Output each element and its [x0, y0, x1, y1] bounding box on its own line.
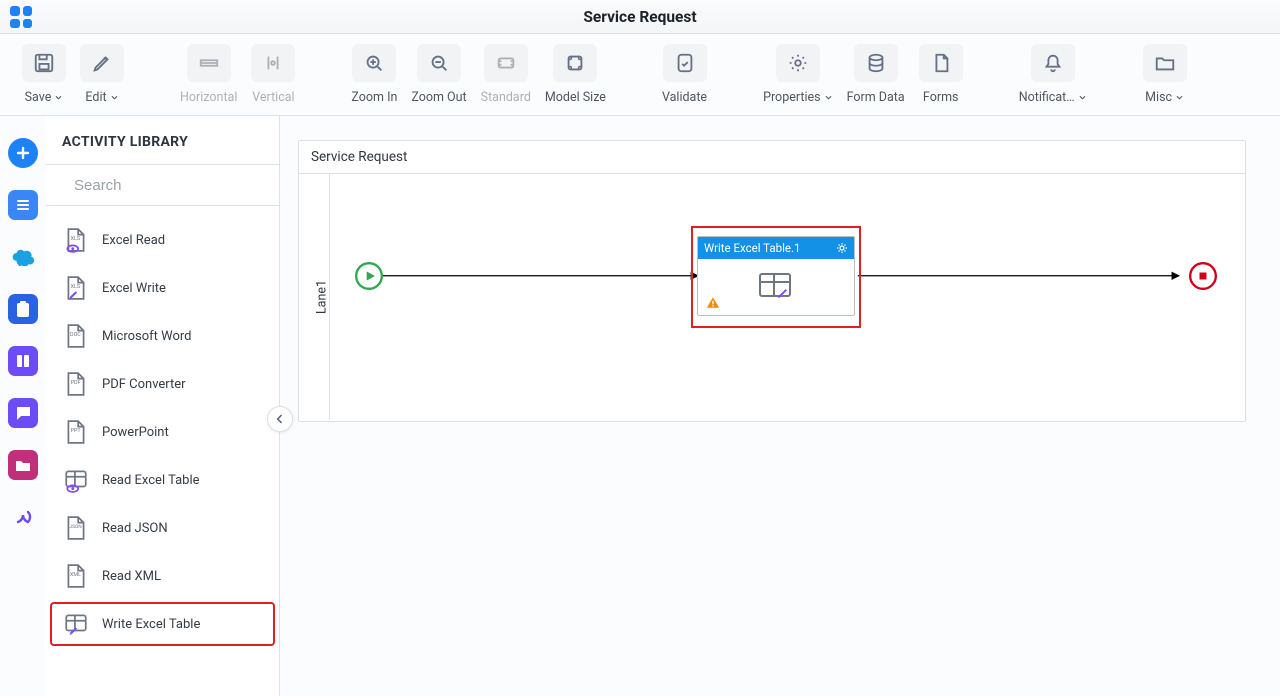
activity-label: Read XML: [102, 569, 161, 584]
activity-write-excel-table[interactable]: Write Excel Table: [50, 602, 275, 646]
svg-text:XLS: XLS: [71, 236, 81, 242]
left-rail: [0, 116, 46, 696]
activity-label: Read JSON: [102, 521, 168, 536]
save-button[interactable]: Save: [22, 44, 66, 105]
file-ppt-icon: PPT: [62, 418, 90, 446]
activity-node-write-excel-table[interactable]: Write Excel Table.1: [697, 236, 855, 316]
zoom-out-button[interactable]: Zoom Out: [411, 44, 466, 105]
activity-label: Write Excel Table: [102, 617, 200, 632]
activity-read-excel-table[interactable]: Read Excel Table: [50, 458, 275, 502]
activity-excel-write[interactable]: XLS Excel Write: [50, 266, 275, 310]
panel-collapse-handle[interactable]: [267, 406, 293, 432]
form-data-button[interactable]: Form Data: [847, 44, 905, 105]
file-json-icon: JSON: [62, 514, 90, 542]
lane-label: Lane1: [315, 280, 330, 314]
canvas[interactable]: Service Request Lane1: [280, 116, 1280, 696]
file-xml-icon: XML: [62, 562, 90, 590]
edit-icon: [80, 44, 124, 82]
activity-list: XLS Excel Read XLS Excel Write DOC Micro…: [46, 206, 279, 696]
rail-clipboard-button[interactable]: [8, 294, 38, 324]
activity-library-panel: ACTIVITY LIBRARY XLS Excel Read XLS Exce…: [46, 116, 280, 696]
activity-node-icon: [756, 272, 796, 302]
activity-label: Read Excel Table: [102, 473, 200, 488]
rail-list-button[interactable]: [8, 190, 38, 220]
standard-button: Standard: [481, 44, 531, 105]
page-header: Service Request: [0, 0, 1280, 34]
zoom-in-icon: [352, 44, 396, 82]
svg-text:XML: XML: [70, 572, 81, 578]
activity-node-title: Write Excel Table.1: [704, 241, 801, 255]
activity-library-title: ACTIVITY LIBRARY: [46, 116, 279, 165]
edit-button[interactable]: Edit: [80, 44, 124, 105]
folder-icon: [1143, 44, 1187, 82]
validate-icon: [663, 44, 707, 82]
end-node[interactable]: [1189, 262, 1217, 290]
svg-text:XLS: XLS: [71, 284, 81, 290]
table-pen-icon: [62, 610, 90, 638]
save-icon: [22, 44, 66, 82]
file-xls-eye-icon: XLS: [62, 226, 90, 254]
zoom-in-button[interactable]: Zoom In: [351, 44, 397, 105]
rail-alpha-button[interactable]: [8, 502, 38, 532]
activity-read-xml[interactable]: XML Read XML: [50, 554, 275, 598]
standard-icon: [484, 44, 528, 82]
activity-search[interactable]: [46, 165, 279, 206]
activity-label: Excel Read: [102, 233, 165, 248]
rail-add-button[interactable]: [8, 138, 38, 168]
activity-excel-read[interactable]: XLS Excel Read: [50, 218, 275, 262]
process-title: Service Request: [299, 141, 1245, 174]
model-size-button[interactable]: Model Size: [545, 44, 606, 105]
validate-button[interactable]: Validate: [662, 44, 707, 105]
activity-node-header: Write Excel Table.1: [698, 237, 854, 259]
vertical-icon: [251, 44, 295, 82]
start-node[interactable]: [355, 262, 383, 290]
process-canvas: Service Request Lane1: [298, 140, 1246, 422]
activity-node-settings-icon[interactable]: [836, 242, 848, 254]
properties-button[interactable]: Properties: [763, 44, 833, 105]
forms-button[interactable]: Forms: [919, 44, 963, 105]
vertical-button: Vertical: [251, 44, 295, 105]
file-doc-icon: DOC: [62, 322, 90, 350]
misc-button[interactable]: Misc: [1143, 44, 1187, 105]
activity-search-input[interactable]: [72, 176, 275, 195]
bell-icon: [1031, 44, 1075, 82]
activity-label: PDF Converter: [102, 377, 186, 392]
svg-text:PDF: PDF: [71, 380, 81, 386]
gear-icon: [776, 44, 820, 82]
activity-label: Excel Write: [102, 281, 166, 296]
file-pdf-icon: PDF: [62, 370, 90, 398]
file-xls-pen-icon: XLS: [62, 274, 90, 302]
database-icon: [854, 44, 898, 82]
rail-columns-button[interactable]: [8, 346, 38, 376]
rail-folder-button[interactable]: [8, 450, 38, 480]
activity-read-json[interactable]: JSON Read JSON: [50, 506, 275, 550]
main: ACTIVITY LIBRARY XLS Excel Read XLS Exce…: [0, 116, 1280, 696]
horizontal-icon: [187, 44, 231, 82]
activity-powerpoint[interactable]: PPT PowerPoint: [50, 410, 275, 454]
document-icon: [919, 44, 963, 82]
horizontal-button: Horizontal: [180, 44, 237, 105]
app-logo-icon[interactable]: [10, 6, 32, 28]
activity-label: Microsoft Word: [102, 329, 192, 344]
svg-text:DOC: DOC: [70, 332, 81, 338]
activity-pdf-converter[interactable]: PDF PDF Converter: [50, 362, 275, 406]
warning-icon: [706, 296, 720, 309]
activity-ms-word[interactable]: DOC Microsoft Word: [50, 314, 275, 358]
page-title: Service Request: [583, 8, 696, 26]
model-size-icon: [553, 44, 597, 82]
svg-text:JSON: JSON: [70, 524, 82, 530]
svg-text:PPT: PPT: [71, 428, 82, 434]
rail-salesforce-button[interactable]: [8, 242, 38, 272]
toolbar: Save Edit Horizontal Vertical Zoom In Zo…: [0, 34, 1280, 116]
zoom-out-icon: [417, 44, 461, 82]
activity-label: PowerPoint: [102, 425, 169, 440]
notifications-button[interactable]: Notificat…: [1019, 44, 1087, 105]
rail-chat-button[interactable]: [8, 398, 38, 428]
table-eye-icon: [62, 466, 90, 494]
lane: Lane1: [299, 174, 1245, 420]
